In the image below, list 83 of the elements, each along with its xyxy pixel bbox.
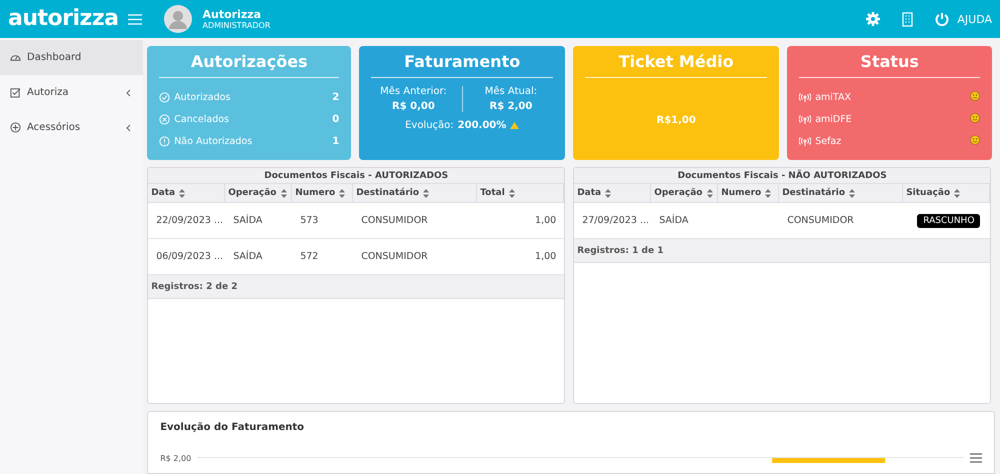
trend-icon bbox=[510, 122, 520, 129]
records-count: Registros: 2 de 2 bbox=[148, 275, 564, 299]
power-icon[interactable] bbox=[935, 12, 950, 26]
table-cell-text: CONSUMIDOR bbox=[360, 251, 429, 262]
evolution-label: Evolução: bbox=[405, 120, 454, 131]
smiley-icon bbox=[970, 90, 980, 100]
table-cell-text: 22/09/2023 ... bbox=[155, 215, 224, 226]
table-title: Documentos Fiscais - AUTORIZADOS bbox=[148, 168, 564, 184]
count-label: Autorizados bbox=[174, 92, 230, 102]
sort-icon[interactable] bbox=[849, 188, 856, 198]
user-role: ADMINISTRADOR bbox=[202, 21, 270, 30]
service-label: Sefaz bbox=[815, 136, 842, 146]
sort-icon[interactable] bbox=[179, 188, 186, 198]
axis-tick-label: R$ 2,00 bbox=[160, 454, 192, 463]
signal-icon bbox=[799, 114, 812, 124]
column-header[interactable]: Numero bbox=[718, 184, 780, 202]
menu-icon[interactable] bbox=[970, 453, 982, 463]
status-badge: RASCUNHO bbox=[917, 214, 980, 228]
smiley-icon bbox=[970, 134, 980, 144]
column-header[interactable]: Situação bbox=[903, 184, 990, 202]
card-title: Ticket Médio bbox=[585, 52, 768, 78]
card-title: Status bbox=[799, 52, 980, 78]
signal-icon bbox=[799, 136, 812, 146]
service-label: amiDFE bbox=[815, 114, 852, 124]
previous-month-value: R$ 0,00 bbox=[391, 101, 436, 112]
table-cell-text: SAÍDA bbox=[232, 251, 264, 262]
table-cell-text: CONSUMIDOR bbox=[786, 215, 855, 226]
count-label: Cancelados bbox=[174, 114, 229, 124]
card-title: Faturamento bbox=[371, 52, 554, 78]
sidebar-item[interactable]: Acessórios bbox=[0, 110, 144, 145]
current-month-label: Mês Atual: bbox=[484, 86, 538, 97]
table-cell-text: SAÍDA bbox=[232, 215, 264, 226]
ticket-value: R$1,00 bbox=[656, 114, 696, 126]
logo: autorizza bbox=[8, 5, 118, 33]
table-cell-text: 27/09/2023 ... bbox=[581, 215, 650, 226]
checkbox-icon bbox=[10, 87, 21, 98]
user-name: Autorizza bbox=[202, 8, 262, 21]
table-cell-text: SAÍDA bbox=[658, 215, 690, 226]
count-value: 2 bbox=[332, 92, 340, 102]
x-circle-icon bbox=[159, 114, 170, 124]
avatar bbox=[164, 5, 192, 33]
sort-icon[interactable] bbox=[954, 188, 960, 198]
sort-icon[interactable] bbox=[706, 188, 712, 198]
column-header[interactable]: Data bbox=[148, 184, 226, 202]
settings-icon[interactable] bbox=[866, 12, 880, 26]
smiley-icon bbox=[970, 112, 980, 122]
chart-title: Evolução do Faturamento bbox=[160, 422, 304, 433]
building-icon[interactable] bbox=[902, 12, 914, 26]
previous-month-label: Mês Anterior: bbox=[379, 86, 448, 97]
alert-circle-icon bbox=[159, 136, 170, 146]
column-header[interactable]: Total bbox=[477, 184, 564, 202]
column-header[interactable]: Operação bbox=[225, 184, 292, 202]
column-header[interactable]: Destinatário bbox=[353, 184, 478, 202]
column-header[interactable]: Operação bbox=[651, 184, 718, 202]
sidebar-item[interactable]: Dashboard bbox=[0, 40, 144, 75]
plus-circle-icon bbox=[10, 122, 21, 133]
evolution-value: 200.00% bbox=[458, 120, 506, 131]
sort-icon[interactable] bbox=[765, 188, 772, 198]
sort-icon[interactable] bbox=[339, 188, 346, 198]
count-value: 1 bbox=[332, 136, 340, 146]
sort-icon[interactable] bbox=[508, 188, 515, 198]
column-header[interactable]: Numero bbox=[292, 184, 354, 202]
table-cell-text: 573 bbox=[299, 215, 320, 226]
sort-icon[interactable] bbox=[605, 188, 612, 198]
service-label: amiTAX bbox=[815, 92, 851, 102]
card-title: Autorizações bbox=[159, 52, 340, 78]
table-cell-text: 1,00 bbox=[534, 251, 558, 262]
table-title: Documentos Fiscais - NÃO AUTORIZADOS bbox=[574, 168, 990, 184]
current-month-value: R$ 2,00 bbox=[488, 101, 534, 112]
count-label: Não Autorizados bbox=[174, 136, 252, 146]
sort-icon[interactable] bbox=[280, 188, 286, 198]
table-cell-text: 1,00 bbox=[534, 215, 558, 226]
records-count: Registros: 1 de 1 bbox=[574, 239, 990, 263]
column-header[interactable]: Destinatário bbox=[779, 184, 904, 202]
check-circle-icon bbox=[159, 92, 170, 102]
table-cell-text: CONSUMIDOR bbox=[360, 215, 429, 226]
sort-icon[interactable] bbox=[423, 188, 430, 198]
column-header[interactable]: Data bbox=[574, 184, 652, 202]
sidebar-item[interactable]: Autoriza bbox=[0, 75, 144, 110]
signal-icon bbox=[799, 92, 812, 102]
table-cell-text: 572 bbox=[299, 251, 320, 262]
table-cell-text: 06/09/2023 ... bbox=[155, 251, 224, 262]
count-value: 0 bbox=[332, 114, 340, 124]
